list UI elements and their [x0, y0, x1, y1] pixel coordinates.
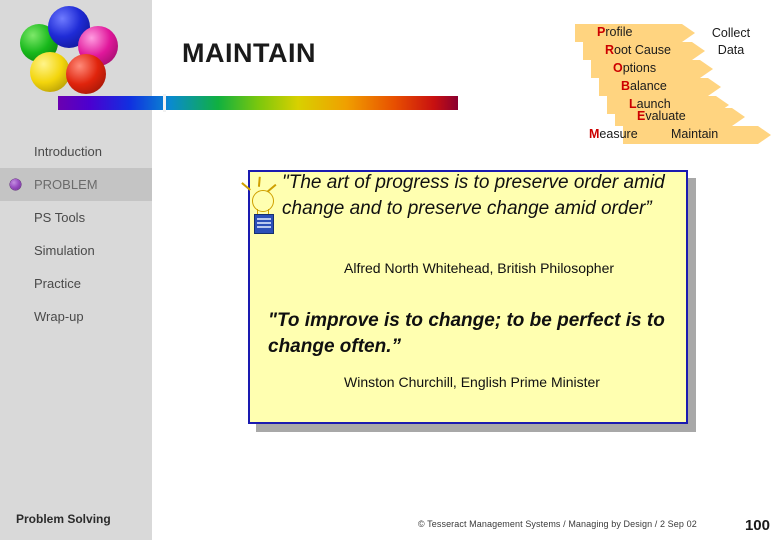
footer-credit: © Tesseract Management Systems / Managin…	[418, 519, 697, 529]
chevron-rest: valuate	[645, 109, 686, 123]
sidebar-item-problem[interactable]: PROBLEM	[0, 168, 152, 201]
chevron-label-maintain[interactable]: Maintain	[671, 127, 718, 141]
collect-data-line2: Data	[717, 43, 745, 57]
chevron-initial: M	[589, 127, 600, 141]
sidebar-item-label: Simulation	[34, 243, 95, 258]
sidebar-footer-label: Problem Solving	[16, 512, 111, 526]
sidebar: Introduction PROBLEM PS Tools Simulation…	[0, 0, 152, 540]
bullet-icon	[10, 179, 21, 190]
chevron-initial: L	[629, 97, 637, 111]
sidebar-item-simulation[interactable]: Simulation	[0, 234, 152, 267]
chevron-label-profile[interactable]: Profile	[597, 25, 632, 39]
chevron-rest: ptions	[622, 61, 657, 75]
chevron-initial: B	[621, 79, 631, 93]
chevron-initial: R	[605, 43, 615, 57]
chevron-rest: rofile	[605, 25, 633, 39]
sidebar-item-ps-tools[interactable]: PS Tools	[0, 201, 152, 234]
logo-sphere-yellow	[30, 52, 70, 92]
page-number: 100	[744, 517, 770, 534]
rainbow-divider-notch	[163, 94, 166, 112]
rainbow-divider	[58, 96, 458, 110]
chevron-label-root-cause[interactable]: Root Cause	[605, 43, 671, 57]
slide-canvas: Introduction PROBLEM PS Tools Simulation…	[0, 0, 780, 540]
collect-data-label: Collect Data	[693, 25, 769, 59]
quote-primary: "The art of progress is to preserve orde…	[282, 172, 665, 219]
quote-primary-attribution: Alfred North Whitehead, British Philosop…	[344, 260, 615, 276]
chevron-rest: easure	[599, 127, 638, 141]
sidebar-item-label: Practice	[34, 276, 81, 291]
chevron-label-measure[interactable]: Measure	[589, 127, 638, 141]
logo-sphere-red	[66, 54, 106, 94]
sidebar-item-label: PS Tools	[34, 210, 86, 225]
chevron-initial: O	[613, 61, 623, 75]
chevron-shape-profile	[575, 24, 695, 42]
collect-data-line1: Collect	[711, 26, 751, 40]
chevron-label-evaluate[interactable]: Evaluate	[637, 109, 686, 123]
process-chevrons: Profile Root Cause Options Balance Launc…	[575, 12, 771, 142]
chevron-label-options[interactable]: Options	[613, 61, 656, 75]
chevron-rest: Maintain	[671, 127, 719, 141]
quote-secondary: "To improve is to change; to be perfect …	[268, 310, 665, 357]
sidebar-item-introduction[interactable]: Introduction	[0, 135, 152, 168]
quote-secondary-attribution: Winston Churchill, English Prime Ministe…	[344, 374, 600, 390]
sidebar-item-label: Introduction	[34, 144, 102, 159]
logo-spheres	[18, 6, 122, 98]
sidebar-item-label: PROBLEM	[34, 177, 98, 192]
lightbulb-base-block	[254, 214, 274, 234]
sidebar-item-label: Wrap-up	[34, 309, 84, 324]
chevron-label-balance[interactable]: Balance	[621, 79, 667, 93]
sidebar-item-practice[interactable]: Practice	[0, 267, 152, 300]
chevron-rest: alance	[630, 79, 667, 93]
chevron-rest: oot Cause	[614, 43, 672, 57]
page-title: MAINTAIN	[182, 38, 316, 68]
sidebar-item-wrap-up[interactable]: Wrap-up	[0, 300, 152, 333]
sidebar-nav: Introduction PROBLEM PS Tools Simulation…	[0, 135, 152, 333]
